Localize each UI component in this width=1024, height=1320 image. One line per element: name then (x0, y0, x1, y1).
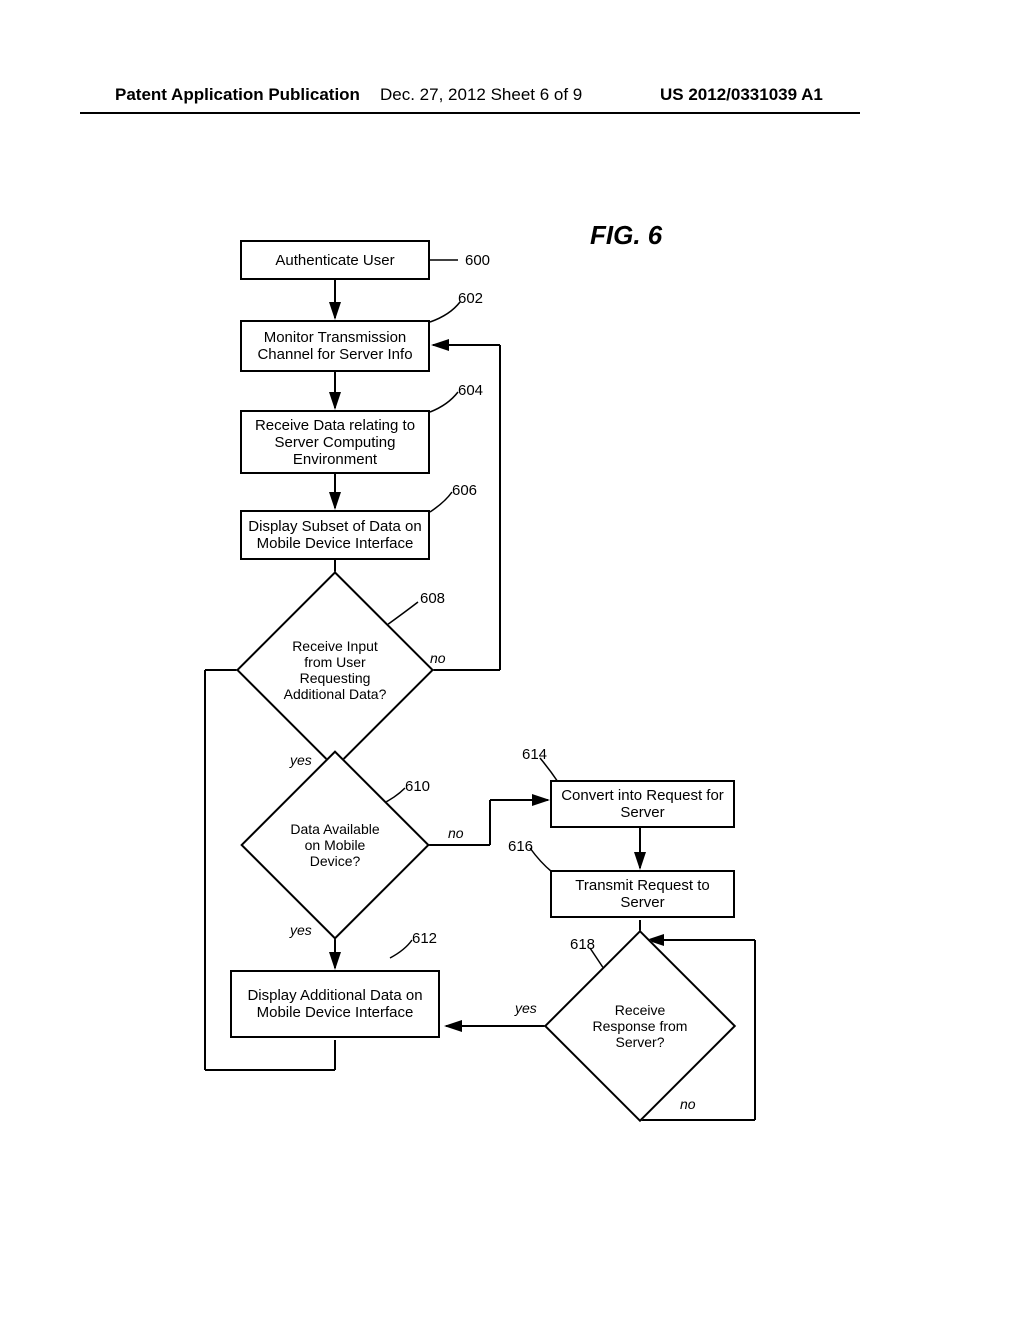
ref-608: 608 (420, 590, 445, 607)
box-transmit-request: Transmit Request to Server (550, 870, 735, 918)
header-date-sheet: Dec. 27, 2012 Sheet 6 of 9 (380, 85, 582, 105)
edge-610-no: no (448, 825, 464, 841)
diamond-data-available: Data Available on Mobile Device? (268, 778, 402, 912)
box-convert-request: Convert into Request for Server (550, 780, 735, 828)
box-display-subset: Display Subset of Data on Mobile Device … (240, 510, 430, 560)
header-publication: Patent Application Publication (115, 85, 360, 105)
ref-616: 616 (508, 838, 533, 855)
ref-610: 610 (405, 778, 430, 795)
box-display-additional: Display Additional Data on Mobile Device… (230, 970, 440, 1038)
flowchart: Authenticate User 600 Monitor Transmissi… (190, 240, 810, 1160)
ref-612: 612 (412, 930, 437, 947)
edge-608-yes: yes (290, 752, 312, 768)
ref-600: 600 (465, 252, 490, 269)
diamond-receive-input: Receive Input from User Requesting Addit… (265, 600, 405, 740)
ref-606: 606 (452, 482, 477, 499)
box-authenticate: Authenticate User (240, 240, 430, 280)
ref-614: 614 (522, 746, 547, 763)
diamond-receive-response: Receive Response from Server? (572, 958, 708, 1094)
ref-604: 604 (458, 382, 483, 399)
ref-602: 602 (458, 290, 483, 307)
edge-608-no: no (430, 650, 446, 666)
edge-610-yes: yes (290, 922, 312, 938)
edge-618-yes: yes (515, 1000, 537, 1016)
header-doc-number: US 2012/0331039 A1 (660, 85, 823, 105)
edge-618-no: no (680, 1096, 696, 1112)
ref-618: 618 (570, 936, 595, 953)
box-receive-data: Receive Data relating to Server Computin… (240, 410, 430, 474)
header-rule (80, 112, 860, 114)
box-monitor: Monitor Transmission Channel for Server … (240, 320, 430, 372)
